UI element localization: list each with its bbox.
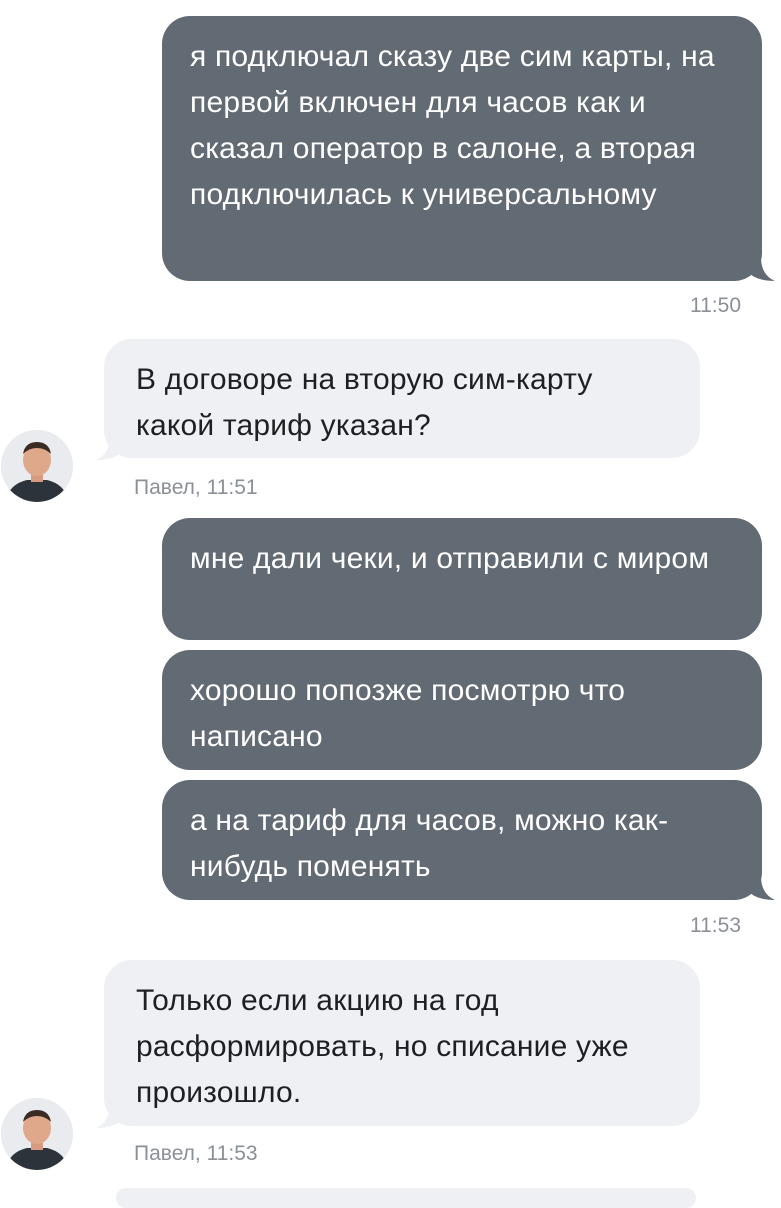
- message-timestamp: 11:53: [690, 914, 741, 937]
- outgoing-message[interactable]: мне дали чеки, и отправили с миром: [162, 518, 762, 640]
- bubble-tail: [96, 1104, 124, 1128]
- bubble-tail: [747, 257, 775, 281]
- chat-thread: я подключал сказу две сим карты, на перв…: [0, 0, 781, 1208]
- message-text: хорошо попозже посмотрю что написано: [190, 674, 626, 753]
- outgoing-message[interactable]: хорошо попозже посмотрю что написано: [162, 650, 762, 770]
- incoming-message[interactable]: [116, 1188, 696, 1208]
- incoming-message[interactable]: Только если акцию на год расформировать,…: [104, 960, 700, 1126]
- bubble-tail: [747, 876, 775, 900]
- outgoing-message[interactable]: а на тариф для часов, можно как-нибудь п…: [162, 780, 762, 900]
- message-text: В договоре на вторую сим-карту какой тар…: [136, 363, 593, 442]
- incoming-message[interactable]: В договоре на вторую сим-карту какой тар…: [104, 339, 700, 458]
- avatar[interactable]: [1, 1098, 73, 1170]
- message-text: мне дали чеки, и отправили с миром: [190, 542, 710, 575]
- message-timestamp: Павел, 11:53: [134, 1142, 258, 1165]
- message-timestamp: 11:50: [690, 294, 741, 317]
- message-text: Только если акцию на год расформировать,…: [136, 984, 629, 1109]
- message-text: я подключал сказу две сим карты, на перв…: [190, 40, 715, 211]
- bubble-tail: [96, 436, 124, 460]
- person-avatar-icon: [1, 430, 73, 502]
- person-avatar-icon: [1, 1098, 73, 1170]
- message-text: а на тариф для часов, можно как-нибудь п…: [190, 804, 669, 883]
- avatar[interactable]: [1, 430, 73, 502]
- outgoing-message[interactable]: я подключал сказу две сим карты, на перв…: [162, 16, 762, 281]
- message-timestamp: Павел, 11:51: [134, 476, 258, 499]
